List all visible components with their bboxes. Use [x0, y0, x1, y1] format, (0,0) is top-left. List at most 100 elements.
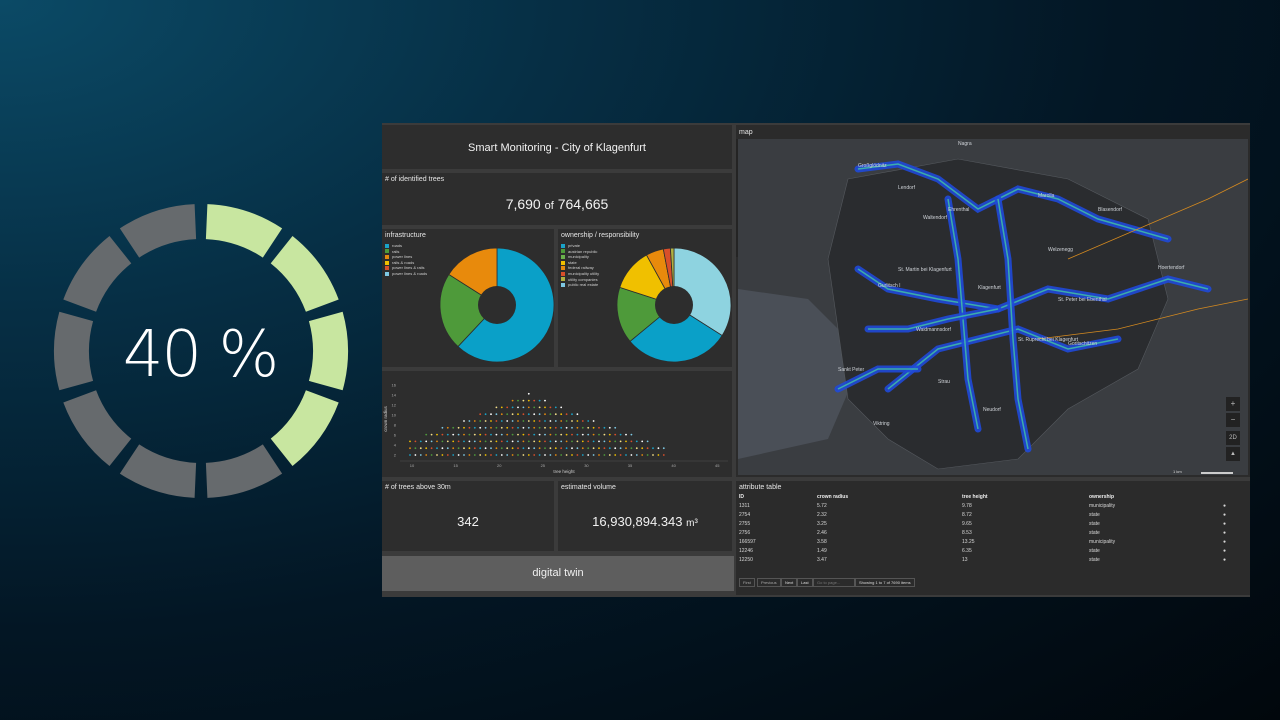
zoom-out-button[interactable]: − [1226, 413, 1240, 427]
legend-swatch [561, 266, 565, 271]
y-tick-label: 2 [394, 453, 397, 458]
scatter-point [533, 406, 536, 409]
scatter-point [490, 426, 492, 429]
pager-previous[interactable]: Previous [757, 578, 781, 587]
table-row[interactable]: 1311 5.72 9.78 municipality ● [736, 502, 1246, 511]
table-cell: state [1089, 512, 1100, 518]
row-locate-icon[interactable]: ● [1223, 503, 1226, 509]
map-title: map [739, 129, 753, 136]
row-locate-icon[interactable]: ● [1223, 512, 1226, 518]
scatter-point [549, 440, 552, 443]
table-cell: 3.58 [817, 539, 827, 545]
trees-above-30m-value: 342 [457, 514, 479, 529]
table-cell: municipality [1089, 539, 1116, 545]
scatter-point [517, 433, 519, 436]
scatter-point [533, 447, 536, 450]
scatter-point [641, 454, 644, 456]
digital-twin-button[interactable]: digital twin [382, 556, 734, 591]
scatter-point [527, 413, 530, 416]
scatter-point [565, 426, 568, 429]
estimated-volume-value: 16,930,894.343 m³ [558, 514, 732, 529]
col-tree-height: tree height [962, 494, 988, 500]
identified-of: of [544, 200, 554, 212]
crown-height-scatter[interactable]: 101520253035404550246810121416tree heigh… [382, 371, 764, 477]
scatter-point [409, 447, 411, 450]
scatter-point [436, 440, 438, 443]
table-cell: 2.32 [817, 512, 827, 518]
legend-swatch [385, 260, 389, 265]
row-locate-icon[interactable]: ● [1223, 557, 1226, 563]
infrastructure-pie[interactable] [437, 245, 557, 367]
pie-hole [655, 286, 693, 324]
scatter-point [592, 426, 595, 429]
attribute-table-panel: attribute table ID crown radius tree hei… [736, 481, 1250, 595]
scatter-point [571, 447, 573, 450]
scatter-point [587, 447, 590, 450]
map-place-label: Neudorf [983, 407, 1001, 413]
row-locate-icon[interactable]: ● [1223, 521, 1226, 527]
table-row[interactable]: 12250 3.47 13 state ● [736, 556, 1246, 565]
table-row[interactable]: 2756 2.46 8.53 state ● [736, 529, 1246, 538]
scatter-point [468, 447, 471, 450]
map-place-label: Waidmannsdorf [916, 327, 951, 333]
scatter-point [522, 413, 525, 416]
scatter-point [517, 406, 519, 409]
scatter-point [652, 454, 654, 456]
row-locate-icon[interactable]: ● [1223, 530, 1226, 536]
attribute-table-title: attribute table [739, 484, 782, 491]
trees-above-30m-panel: # of trees above 30m 342 [382, 481, 554, 551]
scatter-point [500, 413, 503, 416]
scatter-point [576, 433, 579, 436]
ownership-pie[interactable] [614, 245, 734, 367]
scatter-point [473, 440, 476, 443]
scatter-point [436, 454, 438, 456]
scatter-point [587, 426, 590, 429]
scatter-point [598, 426, 600, 429]
scatter-point [571, 433, 573, 436]
table-row[interactable]: 12246 1.49 6.35 state ● [736, 547, 1246, 556]
scatter-point [527, 426, 530, 429]
page-title: Smart Monitoring - City of Klagenfurt [468, 142, 646, 154]
scatter-point [544, 454, 546, 456]
scatter-point [479, 447, 482, 450]
scatter-point [522, 454, 525, 456]
pager-next[interactable]: Next [781, 578, 798, 587]
legend-swatch [385, 254, 389, 259]
trees-above-30m-title: # of trees above 30m [385, 484, 451, 491]
compass-button[interactable]: ▲ [1226, 447, 1240, 461]
pager-goto-input[interactable]: Go to page... [813, 578, 855, 587]
scatter-point [484, 440, 487, 443]
scatter-point [527, 454, 530, 456]
table-row[interactable]: 2755 3.25 9.65 state ● [736, 520, 1246, 529]
scatter-point [571, 420, 573, 422]
pager-last[interactable]: Last [797, 578, 813, 587]
map-place-label: Nagra [958, 141, 972, 147]
pager-first[interactable]: First [739, 578, 755, 587]
legend-label: public real estate [568, 282, 599, 288]
row-locate-icon[interactable]: ● [1223, 548, 1226, 554]
scatter-point [587, 420, 590, 422]
map-place-label: Welzenegg [1048, 247, 1073, 253]
table-cell: 2.46 [817, 530, 827, 536]
table-cell: 3.47 [817, 557, 827, 563]
scatter-point [522, 440, 525, 443]
scatter-point [538, 413, 541, 416]
view-mode-button[interactable]: 2D [1226, 431, 1240, 445]
pager-status: Showing 1 to 7 of 7690 items [855, 578, 915, 587]
scatter-point [635, 454, 638, 456]
scatter-point [619, 440, 622, 443]
dashboard-screenshot: Smart Monitoring - City of Klagenfurt # … [382, 123, 1250, 597]
scatter-point [473, 420, 476, 422]
scatter-point [533, 433, 536, 436]
zoom-in-button[interactable]: + [1226, 397, 1240, 411]
scatter-point [603, 433, 606, 436]
legend-swatch [385, 266, 389, 271]
map-canvas[interactable]: Großglödnitz Nagra Lendorf Marolla Ehrenthal… [738, 139, 1248, 475]
scatter-point [441, 447, 444, 450]
row-locate-icon[interactable]: ● [1223, 539, 1226, 545]
map-place-label: Viktring [873, 421, 890, 427]
table-row[interactable]: 2754 2.32 8.72 state ● [736, 511, 1246, 520]
table-row[interactable]: 166597 3.58 13.25 municipality ● [736, 538, 1246, 547]
table-cell: 13 [962, 557, 968, 563]
scatter-point [463, 433, 465, 436]
